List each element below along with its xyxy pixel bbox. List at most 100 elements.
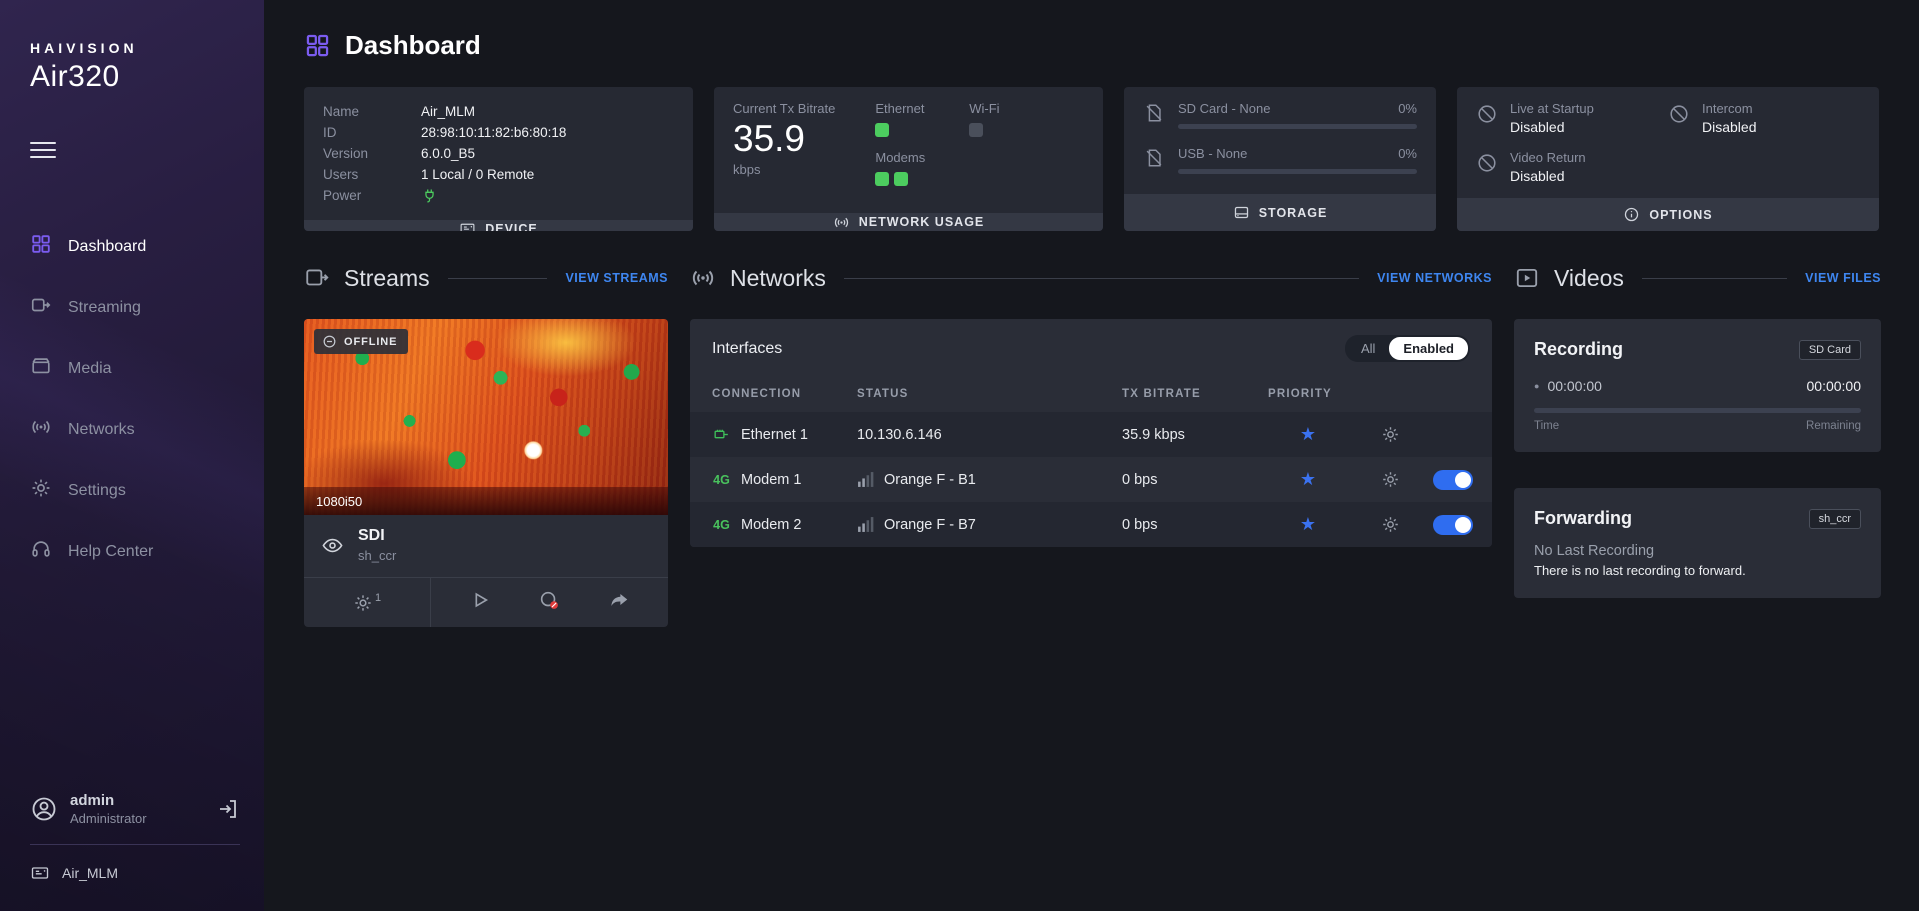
bitrate-value: 35.9 — [733, 118, 835, 161]
device-icon — [30, 863, 50, 883]
priority-star-icon[interactable]: ★ — [1268, 424, 1348, 445]
priority-star-icon[interactable]: ★ — [1268, 514, 1348, 535]
filter-all-button[interactable]: All — [1347, 337, 1389, 360]
view-networks-link[interactable]: VIEW NETWORKS — [1377, 271, 1492, 285]
avatar-icon — [30, 795, 58, 823]
device-footer-button[interactable]: DEVICE — [304, 220, 693, 231]
interface-filter: All Enabled — [1345, 335, 1470, 362]
gear-icon — [30, 477, 52, 504]
bitrate-unit: kbps — [733, 162, 835, 177]
streams-panel: Streams VIEW STREAMS OFFLINE 1080i50 — [304, 261, 668, 627]
forward-button[interactable] — [608, 589, 630, 616]
filter-enabled-button[interactable]: Enabled — [1389, 337, 1468, 360]
interface-name: Modem 1 — [741, 472, 801, 488]
videos-panel: Videos VIEW FILES Recording SD Card ● 00… — [1514, 261, 1881, 627]
view-files-link[interactable]: VIEW FILES — [1805, 271, 1881, 285]
device-name-value: Air_MLM — [421, 101, 475, 122]
videos-title: Videos — [1554, 265, 1624, 292]
sd-card-progress-bar — [1178, 124, 1417, 129]
ethernet-label: Ethernet — [875, 101, 925, 116]
device-users-value: 1 Local / 0 Remote — [421, 164, 534, 185]
sidebar-item-label: Networks — [68, 421, 135, 439]
power-plug-icon — [421, 187, 438, 204]
sidebar-item-media[interactable]: Media — [30, 338, 240, 399]
device-row[interactable]: Air_MLM — [30, 863, 240, 883]
dashboard-icon — [304, 32, 331, 59]
stream-thumbnail: OFFLINE 1080i50 — [304, 319, 668, 515]
device-icon — [459, 220, 476, 231]
record-button[interactable] — [538, 589, 560, 616]
recording-progress-bar — [1534, 408, 1861, 413]
sidebar-item-label: Settings — [68, 482, 126, 500]
options-footer-button[interactable]: OPTIONS — [1457, 198, 1879, 231]
device-power-label: Power — [323, 185, 421, 206]
storage-footer-button[interactable]: STORAGE — [1124, 194, 1436, 231]
options-footer-label: OPTIONS — [1649, 208, 1712, 222]
device-id-value: 28:98:10:11:82:b6:80:18 — [421, 122, 566, 143]
table-row: Ethernet 1 10.130.6.146 35.9 kbps ★ — [690, 412, 1492, 457]
divider — [844, 278, 1359, 279]
networks-icon — [30, 416, 52, 443]
gear-icon — [1381, 425, 1400, 444]
sidebar-item-networks[interactable]: Networks — [30, 399, 240, 460]
recording-card: Recording SD Card ● 00:00:00 00:00:00 Ti… — [1514, 319, 1881, 452]
interface-status: Orange F - B7 — [884, 517, 976, 533]
model-name: Air320 — [30, 60, 240, 94]
sidebar-bottom: admin Administrator Air_MLM — [30, 792, 240, 883]
modem2-enable-toggle[interactable] — [1433, 515, 1473, 535]
intercom-disabled-icon — [1668, 103, 1690, 125]
device-version-value: 6.0.0_B5 — [421, 143, 475, 164]
main-content: Dashboard NameAir_MLM ID28:98:10:11:82:b… — [264, 0, 1919, 911]
device-footer-label: DEVICE — [485, 222, 538, 232]
sidebar-item-dashboard[interactable]: Dashboard — [30, 216, 240, 277]
sidebar-item-settings[interactable]: Settings — [30, 460, 240, 521]
signal-bars-icon — [857, 471, 874, 488]
intercom-label: Intercom — [1702, 101, 1756, 116]
live-at-startup-value: Disabled — [1510, 119, 1594, 135]
interface-name: Ethernet 1 — [741, 427, 808, 443]
view-streams-link[interactable]: VIEW STREAMS — [565, 271, 668, 285]
sidebar-nav: Dashboard Streaming Media Networks Setti… — [30, 216, 240, 582]
media-icon — [30, 355, 52, 382]
modems-label: Modems — [875, 150, 925, 165]
sidebar-item-streaming[interactable]: Streaming — [30, 277, 240, 338]
settings-count-badge: 1 — [375, 592, 381, 604]
user-name: admin — [70, 792, 147, 811]
play-button[interactable] — [469, 589, 491, 616]
menu-toggle-button[interactable] — [30, 142, 56, 158]
sidebar-item-label: Media — [68, 360, 112, 378]
sidebar-item-help-center[interactable]: Help Center — [30, 521, 240, 582]
user-role: Administrator — [70, 811, 147, 826]
stream-actions: 1 — [304, 577, 668, 627]
sidebar: HAIVISION Air320 Dashboard Streaming Med… — [0, 0, 264, 911]
remaining-label: Remaining — [1806, 420, 1861, 432]
stream-settings-button[interactable]: 1 — [304, 578, 431, 627]
divider — [30, 844, 240, 845]
gear-icon — [353, 593, 373, 613]
modem1-enable-toggle[interactable] — [1433, 470, 1473, 490]
streams-icon — [304, 265, 330, 291]
networks-panel: Networks VIEW NETWORKS Interfaces All En… — [690, 261, 1492, 627]
stream-name: SDI — [358, 527, 396, 545]
interface-bitrate: 35.9 kbps — [1122, 427, 1268, 443]
recording-target-badge: SD Card — [1799, 340, 1861, 360]
interface-settings-button[interactable] — [1348, 470, 1433, 489]
interface-settings-button[interactable] — [1348, 425, 1433, 444]
ethernet-icon — [712, 425, 731, 444]
signal-bars-icon — [857, 516, 874, 533]
broadcast-icon — [690, 265, 716, 291]
table-header: CONNECTION STATUS TX BITRATE PRIORITY — [690, 376, 1492, 412]
sd-card-percent: 0% — [1398, 101, 1417, 116]
priority-star-icon[interactable]: ★ — [1268, 469, 1348, 490]
interfaces-title: Interfaces — [712, 340, 782, 358]
logout-icon[interactable] — [216, 797, 240, 821]
column-connection: CONNECTION — [712, 388, 857, 400]
network-usage-footer-button[interactable]: NETWORK USAGE — [714, 213, 1103, 231]
interface-settings-button[interactable] — [1348, 515, 1433, 534]
interfaces-card: Interfaces All Enabled CONNECTION STATUS… — [690, 319, 1492, 547]
streaming-icon — [30, 294, 52, 321]
summary-cards: NameAir_MLM ID28:98:10:11:82:b6:80:18 Ve… — [304, 87, 1881, 231]
wifi-status-indicator — [969, 123, 983, 137]
table-row: 4G Modem 1 Orange F - B1 0 bps ★ — [690, 457, 1492, 502]
gear-icon — [1381, 515, 1400, 534]
